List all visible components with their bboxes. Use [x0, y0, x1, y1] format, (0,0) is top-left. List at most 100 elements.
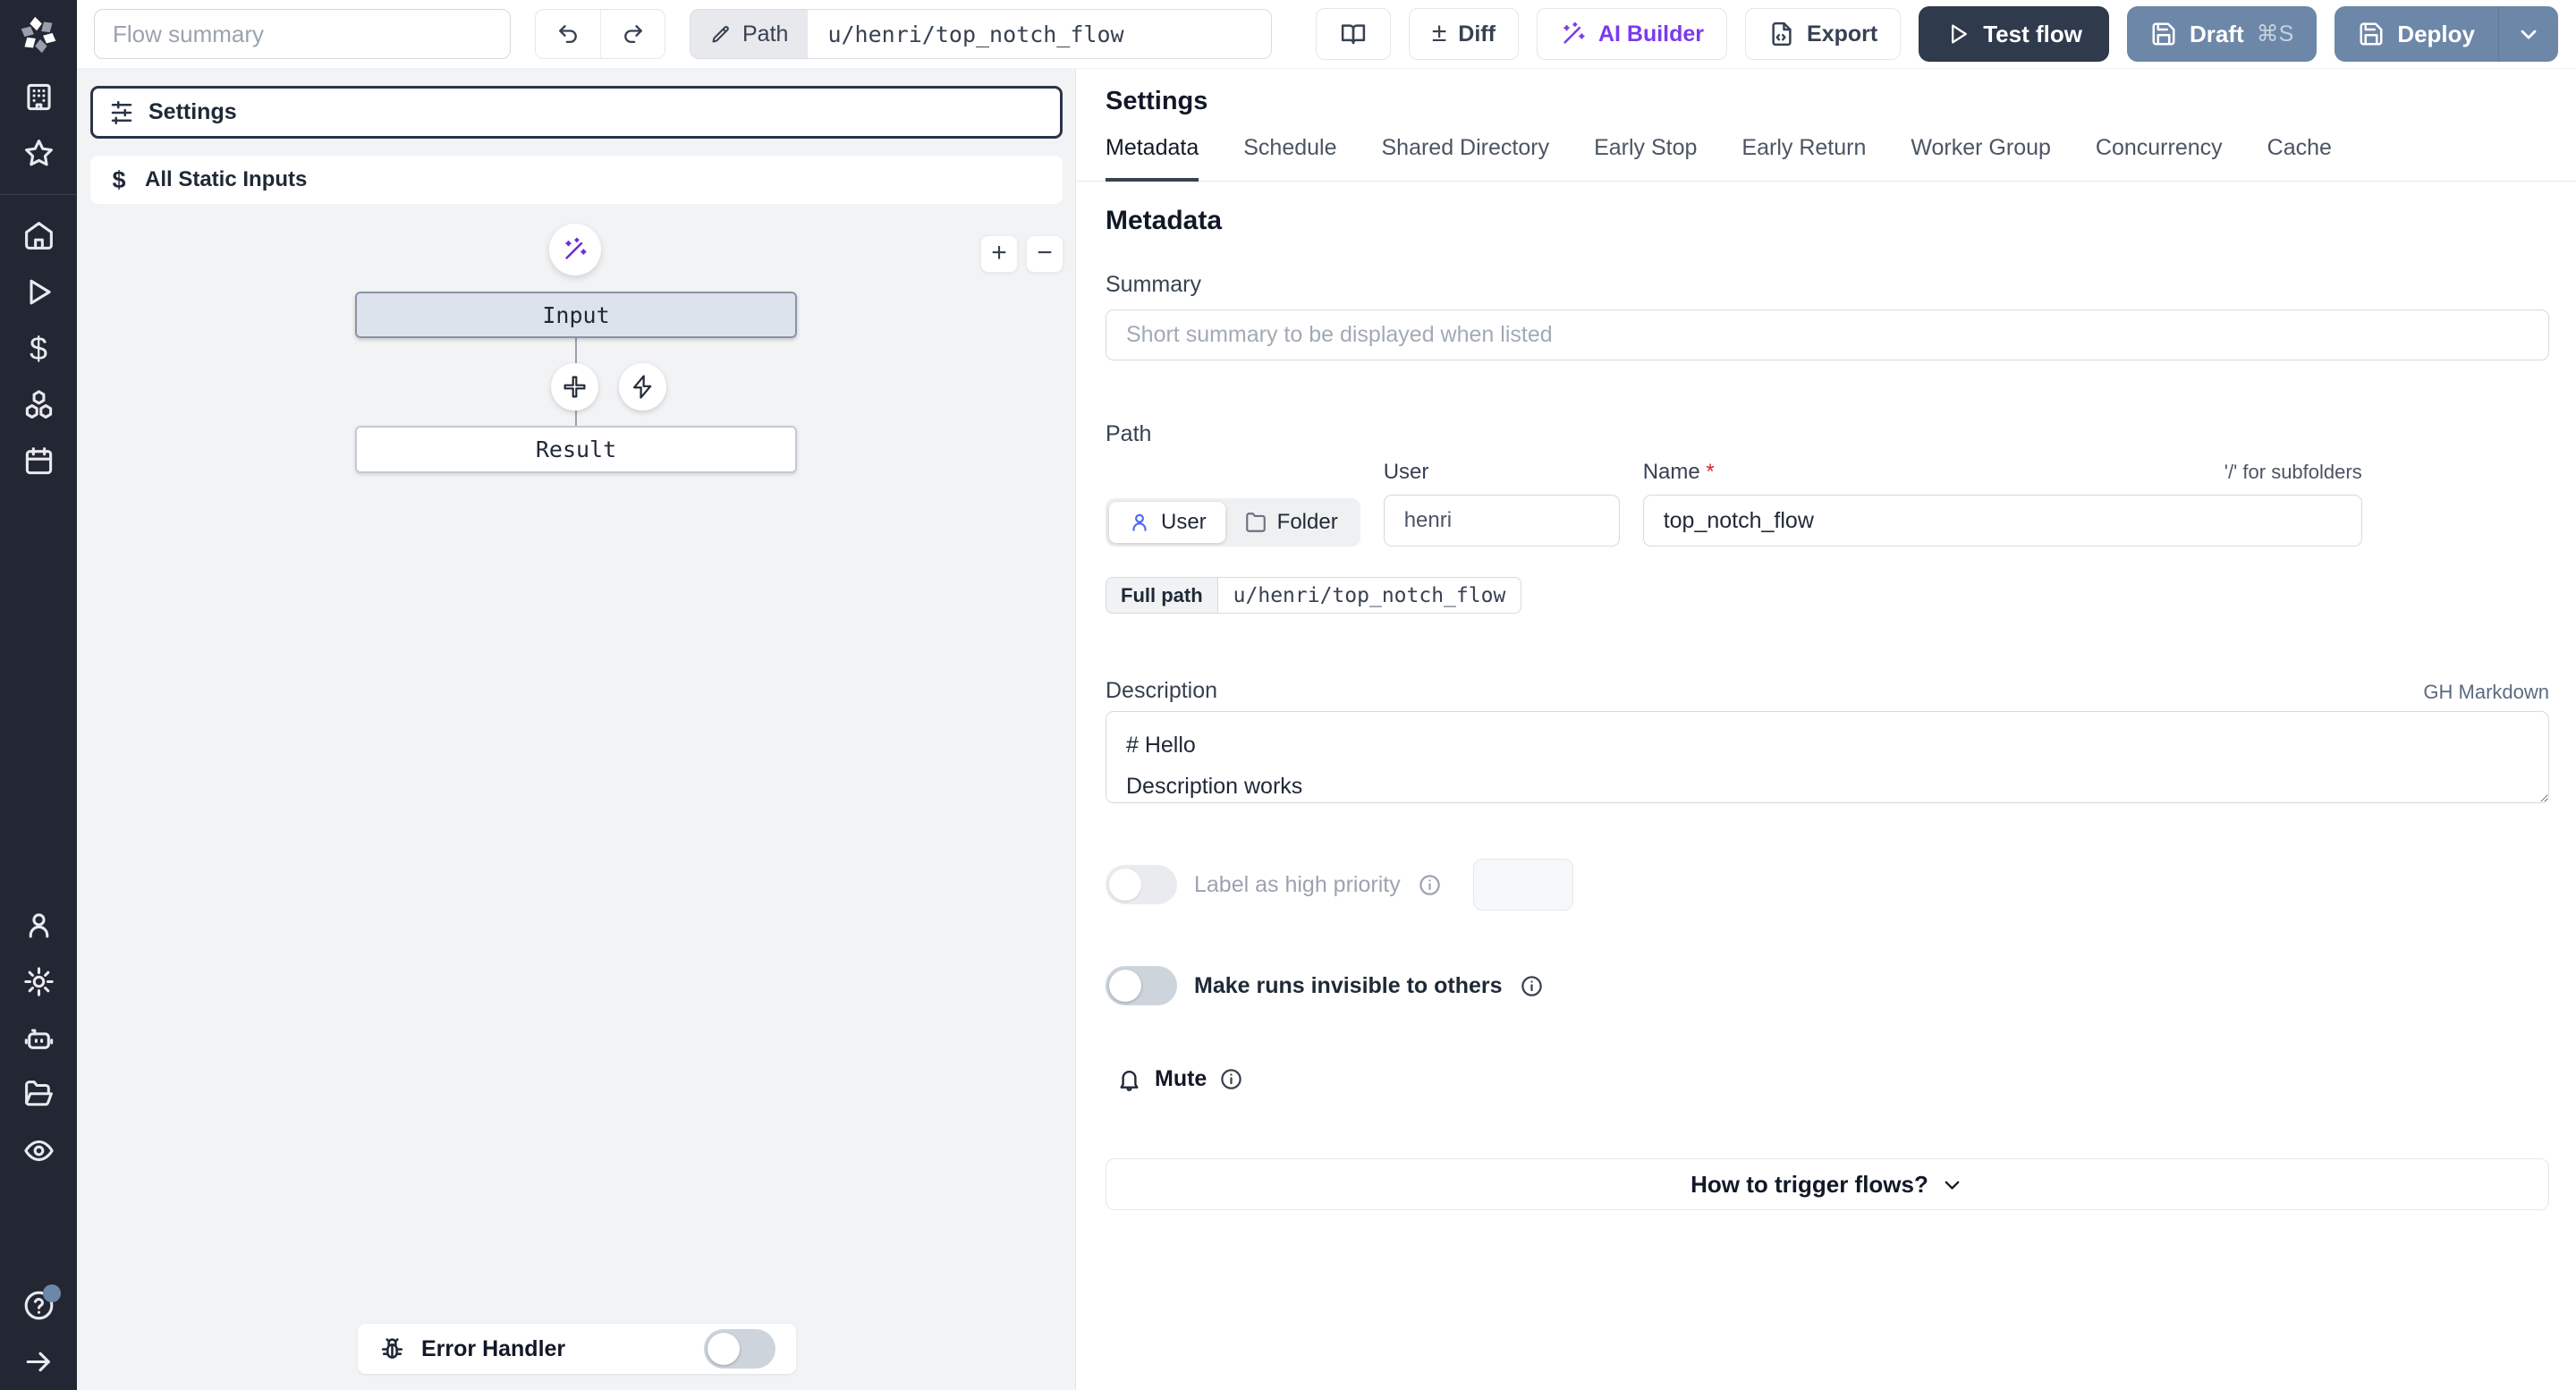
content-split: Settings $ All Static Inputs + − Input R…	[77, 69, 2576, 1390]
result-node[interactable]: Result	[355, 426, 797, 473]
error-handler-toggle[interactable]	[704, 1329, 775, 1369]
deploy-options-button[interactable]	[2498, 6, 2558, 62]
user-input[interactable]	[1383, 495, 1620, 547]
path-edit-segment[interactable]: Path	[691, 10, 809, 58]
all-static-inputs-card[interactable]: $ All Static Inputs	[90, 156, 1063, 204]
sidebar-item-resources[interactable]	[0, 377, 77, 433]
flow-settings-card[interactable]: Settings	[90, 86, 1063, 139]
info-icon	[1419, 874, 1440, 895]
info-icon	[1221, 1069, 1242, 1089]
book-open-icon	[1341, 24, 1365, 45]
path-value: u/henri/top_notch_flow	[808, 10, 1272, 58]
ai-builder-label: AI Builder	[1597, 21, 1705, 47]
wand-sparkles-icon	[1563, 21, 1585, 44]
user-field-label: User	[1383, 460, 1429, 484]
owner-kind-user[interactable]: User	[1109, 502, 1225, 543]
tab-concurrency[interactable]: Concurrency	[2096, 135, 2223, 182]
home-icon	[24, 222, 53, 250]
user-icon	[29, 913, 48, 938]
diff-button-label: Diff	[1458, 21, 1496, 47]
settings-panel: Settings Metadata Schedule Shared Direct…	[1076, 69, 2576, 1390]
sidebar-item-runs[interactable]	[0, 264, 77, 320]
full-path-row: Full path u/henri/top_notch_flow	[1106, 577, 1522, 614]
flow-graph-panel: Settings $ All Static Inputs + − Input R…	[77, 69, 1076, 1390]
export-button[interactable]: Export	[1745, 8, 1902, 60]
summary-input[interactable]	[1106, 309, 2549, 360]
deploy-button[interactable]: Deploy	[2334, 6, 2498, 62]
flow-summary-input[interactable]	[94, 9, 511, 59]
collapse-sidebar-button[interactable]	[0, 1334, 77, 1390]
sidebar-item-variables[interactable]: $	[0, 320, 77, 377]
sidebar-item-favorites[interactable]	[0, 125, 77, 182]
diff-button[interactable]: ± Diff	[1408, 8, 1519, 60]
high-priority-toggle[interactable]	[1106, 865, 1177, 904]
add-trigger-button[interactable]	[619, 363, 666, 411]
redo-icon	[623, 25, 642, 44]
settings-tabs: Metadata Schedule Shared Directory Early…	[1106, 135, 2549, 182]
ai-flow-builder-button[interactable]	[549, 224, 601, 275]
export-button-label: Export	[1807, 21, 1878, 47]
tab-worker-group[interactable]: Worker Group	[1911, 135, 2051, 182]
left-nav-rail: $	[0, 0, 77, 1390]
sidebar-item-users[interactable]	[0, 897, 77, 954]
owner-kind-folder[interactable]: Folder	[1225, 502, 1357, 543]
chevron-down-icon	[2521, 30, 2537, 39]
test-flow-label: Test flow	[1983, 20, 2082, 47]
tab-shared-directory[interactable]: Shared Directory	[1382, 135, 1550, 182]
zap-icon	[632, 375, 652, 399]
description-textarea[interactable]: # Hello Description works	[1106, 711, 2549, 803]
save-icon	[2360, 22, 2383, 46]
windmill-logo-icon	[21, 16, 56, 53]
draft-label: Draft	[2189, 20, 2244, 47]
sidebar-item-workspace[interactable]	[0, 69, 77, 125]
mute-row[interactable]: Mute	[1106, 1066, 2549, 1092]
zoom-out-button[interactable]: −	[1026, 235, 1063, 273]
help-button[interactable]	[0, 1277, 77, 1334]
flow-name-input[interactable]	[1642, 495, 2362, 547]
sidebar-item-workers[interactable]	[0, 1010, 77, 1066]
windmill-logo[interactable]	[0, 0, 77, 69]
docs-button[interactable]	[1315, 8, 1391, 60]
user-icon	[1132, 513, 1147, 531]
file-code-icon	[1772, 21, 1792, 47]
info-icon	[1521, 975, 1542, 996]
tab-cache[interactable]: Cache	[2267, 135, 2332, 182]
path-button[interactable]: Path u/henri/top_notch_flow	[690, 9, 1273, 59]
sidebar-item-audit-logs[interactable]	[0, 1123, 77, 1179]
tab-early-stop[interactable]: Early Stop	[1594, 135, 1697, 182]
bell-icon	[1120, 1070, 1139, 1091]
invisible-runs-label: Make runs invisible to others	[1194, 972, 1503, 998]
input-node[interactable]: Input	[355, 292, 797, 338]
boxes-icon	[25, 390, 52, 419]
sidebar-item-folders[interactable]	[0, 1066, 77, 1123]
deploy-button-group: Deploy	[2334, 6, 2558, 62]
plus-icon	[564, 376, 586, 398]
eye-icon	[23, 1140, 54, 1162]
undo-button[interactable]	[536, 10, 600, 58]
sidebar-item-schedules[interactable]	[0, 433, 77, 489]
how-to-trigger-flows-button[interactable]: How to trigger flows?	[1106, 1158, 2549, 1210]
priority-value-input	[1472, 859, 1573, 911]
tab-metadata[interactable]: Metadata	[1106, 135, 1199, 182]
deploy-label: Deploy	[2397, 20, 2475, 47]
test-flow-button[interactable]: Test flow	[1919, 6, 2109, 62]
invisible-runs-toggle[interactable]	[1106, 966, 1177, 1005]
redo-button[interactable]	[600, 10, 665, 58]
topbar: Path u/henri/top_notch_flow ± Diff AI Bu…	[77, 0, 2576, 69]
sidebar-item-settings[interactable]	[0, 954, 77, 1010]
sidebar-item-home[interactable]	[0, 208, 77, 264]
zoom-in-button[interactable]: +	[980, 235, 1018, 273]
draft-shortcut: ⌘S	[2256, 21, 2294, 47]
draft-main: Draft ⌘S	[2127, 6, 2317, 62]
main-column: Path u/henri/top_notch_flow ± Diff AI Bu…	[77, 0, 2576, 1390]
draft-button[interactable]: Draft ⌘S	[2126, 6, 2318, 62]
user-field-col: User	[1383, 460, 1620, 547]
tab-schedule[interactable]: Schedule	[1243, 135, 1336, 182]
ai-builder-button[interactable]: AI Builder	[1536, 8, 1728, 60]
tab-early-return[interactable]: Early Return	[1741, 135, 1866, 182]
flow-settings-label: Settings	[148, 99, 237, 124]
add-step-button[interactable]	[551, 363, 598, 411]
topbar-actions: ± Diff AI Builder Export Test flow Draft…	[1315, 6, 2558, 62]
bug-icon	[381, 1337, 403, 1359]
error-handler-card[interactable]: Error Handler	[358, 1324, 796, 1374]
